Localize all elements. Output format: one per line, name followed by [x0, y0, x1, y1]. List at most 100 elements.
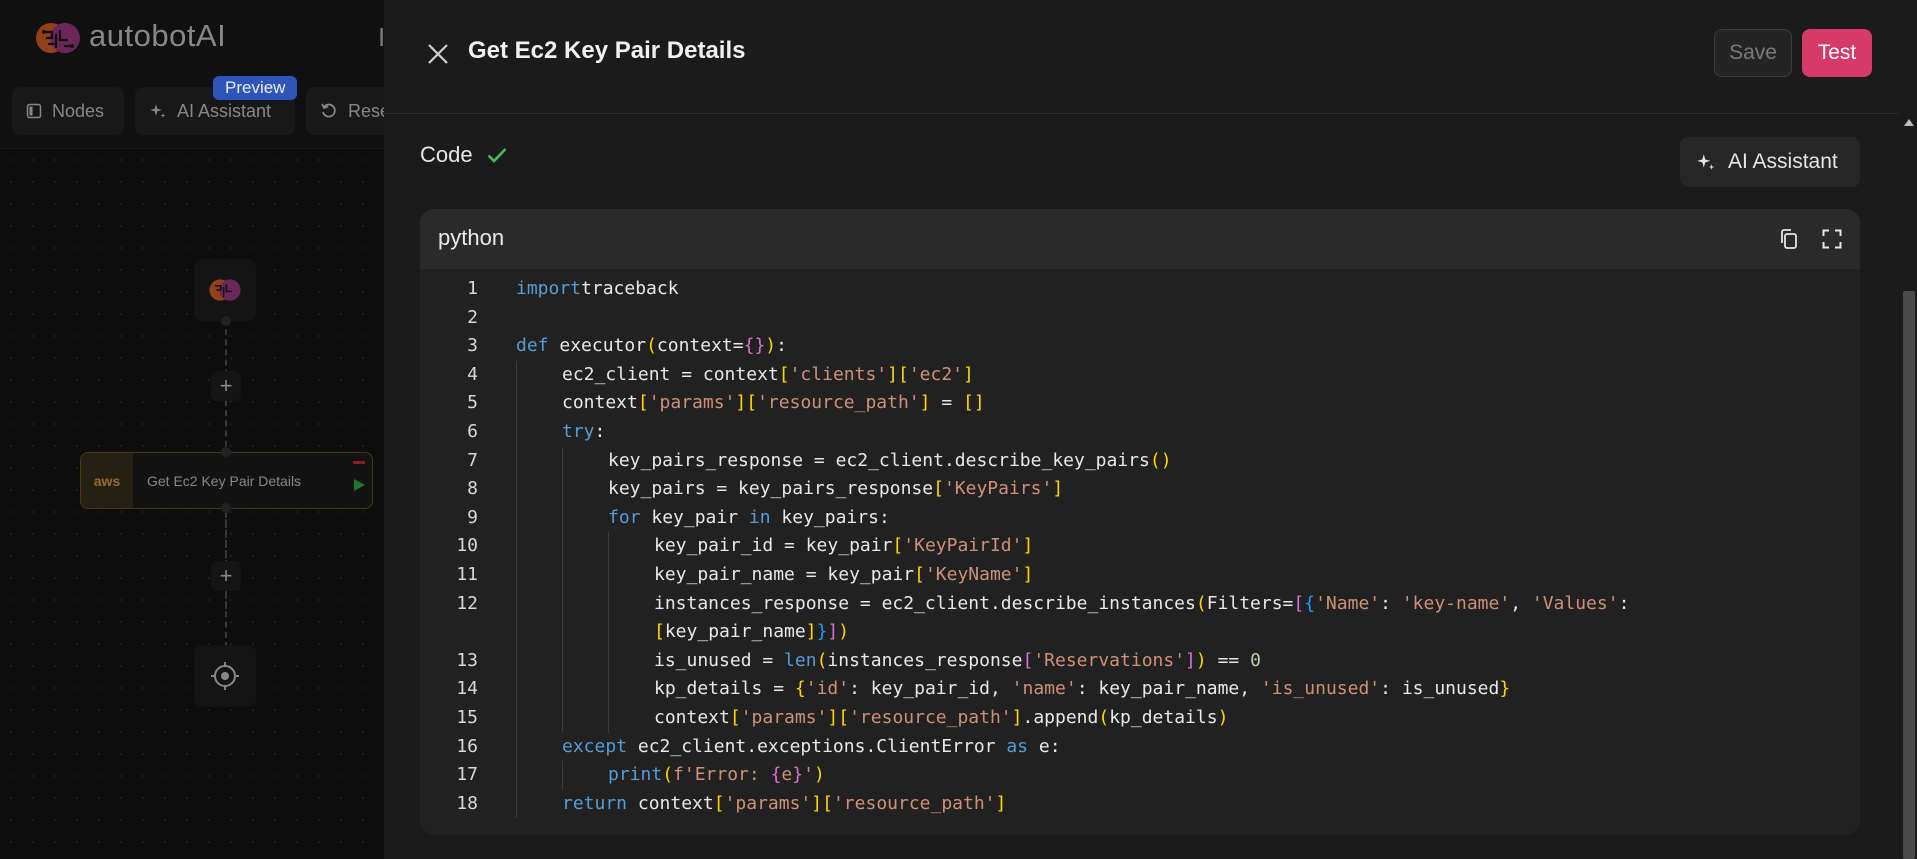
code-token: print [608, 764, 663, 786]
run-step-icon[interactable] [352, 478, 366, 492]
indent-guide [516, 704, 517, 733]
line-number: 5 [467, 392, 478, 414]
code-token: ( [1195, 592, 1207, 614]
code-token: } [1499, 678, 1511, 700]
end-node[interactable] [194, 645, 256, 707]
scroll-up-arrow-icon[interactable] [1904, 119, 1914, 126]
code-token: key_pair_name = key_pair [654, 564, 915, 585]
drawer-header: Get Ec2 Key Pair Details Save Test [384, 0, 1917, 114]
code-token: .append [1022, 707, 1099, 728]
code-text: for key_pair in key_pairs: [608, 504, 890, 532]
code-token: 0 [1250, 649, 1261, 671]
indent-guide [516, 561, 517, 590]
line-number: 10 [456, 535, 478, 557]
code-token: ( [662, 764, 674, 786]
code-token: for [608, 506, 641, 528]
code-token: executor [548, 335, 647, 357]
sparkle-icon [150, 104, 166, 118]
code-token: 'Reservations' [1033, 649, 1186, 671]
code-editor: python 1 importtraceback 2 3 def executor(co… [420, 209, 1860, 835]
remove-step-icon[interactable] [353, 461, 365, 464]
code-token: context [562, 392, 638, 414]
indent-guide [516, 789, 517, 819]
code-content[interactable]: 1 importtraceback 2 3 def executor(context={… [420, 269, 1860, 835]
indent-guide [608, 675, 609, 704]
indent-guide [562, 704, 563, 733]
code-token: traceback [581, 278, 679, 299]
ai-assistant-button[interactable]: AI Assistant [1680, 137, 1860, 187]
code-token: } [816, 621, 828, 643]
code-token: [ [729, 707, 741, 728]
code-token: , [1510, 592, 1532, 614]
code-token: { [794, 678, 806, 700]
indent-guide [562, 532, 563, 561]
code-section-label: Code [420, 142, 473, 167]
sidebar-panel-icon [26, 103, 42, 119]
code-token: ][ [735, 392, 758, 414]
code-token: 'params' [648, 392, 736, 414]
code-token: ) [1217, 707, 1229, 728]
code-text: except ec2_client.exceptions.ClientError… [562, 733, 1061, 761]
step-node-label: Get Ec2 Key Pair Details [147, 472, 302, 489]
code-token: import [516, 278, 582, 299]
workflow-app: autobotAI I Nodes AI Assistant Rese Prev… [0, 0, 384, 859]
code-token: : is_unused [1380, 678, 1500, 700]
indent-guide [562, 646, 563, 676]
code-token: key_pair_name [664, 621, 806, 643]
code-token: [ [933, 478, 944, 500]
line-number: 6 [467, 421, 478, 442]
undo-icon [321, 103, 336, 118]
code-text: importtraceback [516, 275, 679, 303]
reset-button[interactable]: Rese [306, 87, 384, 135]
code-text: kp_details = {'id': key_pair_id, 'name':… [654, 675, 1510, 703]
fullscreen-button[interactable] [1820, 227, 1844, 251]
nodes-button[interactable]: Nodes [12, 87, 124, 135]
code-token: key_pairs = key_pairs_response [608, 478, 934, 500]
indent-guide [562, 618, 563, 647]
start-node[interactable] [194, 259, 256, 321]
code-token: key_pairs_response = ec2_client.describe… [608, 449, 1150, 471]
indent-guide [608, 618, 609, 647]
code-token: len [784, 649, 817, 671]
code-token: instances_response [827, 649, 1023, 671]
line-number: 17 [456, 764, 478, 786]
code-token: ec2_client.exceptions.ClientError [627, 735, 1007, 757]
code-token: except [562, 735, 628, 757]
indent-guide [562, 503, 563, 533]
code-token: : key_pair_name, [1076, 678, 1261, 700]
code-text: instances_response = ec2_client.describe… [654, 590, 1629, 618]
code-text: return context['params']['resource_path'… [562, 790, 1006, 818]
test-button[interactable]: Test [1802, 29, 1872, 77]
scrollbar-thumb[interactable] [1903, 291, 1915, 859]
copy-button[interactable] [1777, 227, 1801, 251]
line-number: 12 [456, 592, 478, 614]
drawer-scrollbar[interactable] [1899, 113, 1917, 859]
indent-guide [562, 561, 563, 590]
code-section-header: Code [420, 142, 507, 168]
flow-canvas[interactable]: + aws Get Ec2 Key Pair Details + [0, 149, 384, 859]
step-editor-drawer: Get Ec2 Key Pair Details Save Test Code … [384, 0, 1917, 859]
indent-guide [608, 589, 609, 619]
code-token: : [1380, 592, 1402, 614]
code-token: return [562, 792, 628, 814]
code-token: context [627, 792, 714, 814]
code-token: {} [743, 335, 766, 357]
code-token: { [1304, 592, 1316, 614]
aws-step-node[interactable]: aws Get Ec2 Key Pair Details [80, 452, 373, 509]
add-step-button[interactable]: + [211, 371, 241, 401]
code-token: 'params' [724, 792, 812, 814]
line-number: 18 [456, 792, 478, 814]
code-token: 'KeyPairs' [943, 478, 1053, 500]
line-number: 13 [456, 649, 478, 671]
add-step-button[interactable]: + [211, 561, 241, 591]
code-token: [ [778, 363, 790, 385]
code-token: : [1618, 592, 1630, 614]
code-token: 'params' [740, 707, 828, 728]
indent-guide [516, 732, 517, 762]
indent-guide [516, 646, 517, 676]
code-token: 'KeyName' [924, 564, 1023, 585]
save-button[interactable]: Save [1714, 29, 1792, 77]
code-token: ) [838, 621, 850, 643]
close-button[interactable] [424, 40, 452, 68]
code-token: [ [892, 535, 904, 557]
